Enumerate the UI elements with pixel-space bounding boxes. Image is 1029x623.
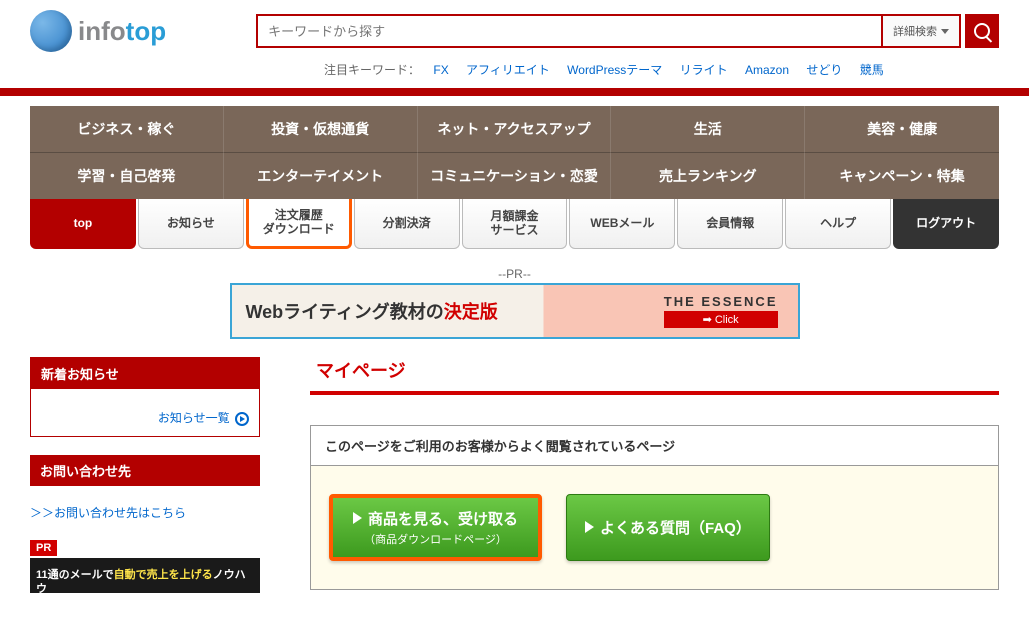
main-area: マイページ このページをご利用のお客様からよく閲覧されているページ 商品を見る、… (310, 357, 999, 593)
tab-monthly[interactable]: 月額課金サービス (462, 199, 568, 249)
btn2-label: よくある質問（FAQ） (600, 517, 751, 538)
banner-essence: THE ESSENCE (664, 294, 778, 309)
keywords-label: 注目キーワード： (324, 63, 420, 77)
search-icon (974, 23, 990, 39)
pr-badge: PR (30, 540, 57, 556)
keyword-link[interactable]: アフィリエイト (466, 63, 550, 77)
news-head: 新着お知らせ (31, 358, 259, 389)
logo-icon (30, 10, 72, 52)
tab-download[interactable]: 注文履歴ダウンロード (246, 199, 352, 249)
news-box: 新着お知らせ お知らせ一覧 (30, 357, 260, 437)
tab-download-l2: ダウンロード (263, 222, 335, 236)
banner-click: ➡ Click (664, 311, 778, 328)
contact-box: お問い合わせ先 (30, 455, 260, 486)
tab-member[interactable]: 会員情報 (677, 199, 783, 249)
news-list-link[interactable]: お知らせ一覧 (158, 411, 249, 425)
keyword-link[interactable]: WordPressテーマ (567, 63, 662, 77)
logo-text: infotop (78, 16, 166, 47)
pr-label: --PR-- (0, 267, 1029, 281)
keyword-link[interactable]: リライト (680, 63, 728, 77)
tab-news[interactable]: お知らせ (138, 199, 244, 249)
keyword-link[interactable]: 競馬 (860, 63, 884, 77)
pr-side-banner[interactable]: 11通のメールで自動で売上を上げるノウハウ (30, 558, 260, 593)
cat-invest[interactable]: 投資・仮想通貨 (224, 106, 418, 152)
cat-beauty[interactable]: 美容・健康 (805, 106, 999, 152)
triangle-icon (585, 521, 594, 533)
cat-life[interactable]: 生活 (611, 106, 805, 152)
btn1-line2: （商品ダウンロードページ） (364, 531, 507, 547)
keyword-link[interactable]: Amazon (745, 63, 789, 77)
triangle-icon (353, 512, 362, 524)
cat-entertain[interactable]: エンターテイメント (224, 152, 418, 199)
faq-button[interactable]: よくある質問（FAQ） (566, 494, 770, 561)
tab-top[interactable]: top (30, 199, 136, 249)
tab-help[interactable]: ヘルプ (785, 199, 891, 249)
popular-panel: このページをご利用のお客様からよく閲覧されているページ 商品を見る、受け取る （… (310, 425, 999, 590)
tab-webmail[interactable]: WEBメール (569, 199, 675, 249)
tab-download-l1: 注文履歴 (275, 208, 323, 222)
contact-head: お問い合わせ先 (30, 455, 260, 486)
keyword-link[interactable]: FX (433, 63, 448, 77)
contact-link[interactable]: ＞＞お問い合わせ先はこちら (30, 504, 260, 521)
tab-monthly-l1: 月額課金 (491, 209, 539, 223)
pr-banner[interactable]: Webライティング教材の決定版 THE ESSENCE ➡ Click (230, 283, 800, 339)
arrow-circle-icon (235, 412, 249, 426)
tab-logout[interactable]: ログアウト (893, 199, 999, 249)
category-nav: ビジネス・稼ぐ 投資・仮想通貨 ネット・アクセスアップ 生活 美容・健康 学習・… (30, 106, 999, 199)
cat-comm[interactable]: コミュニケーション・恋愛 (418, 152, 612, 199)
panel-head: このページをご利用のお客様からよく閲覧されているページ (311, 426, 998, 466)
banner-text: Webライティング教材の決定版 (246, 298, 498, 324)
cat-business[interactable]: ビジネス・稼ぐ (30, 106, 224, 152)
search-input[interactable] (256, 14, 883, 48)
banner-cta: THE ESSENCE ➡ Click (664, 294, 778, 328)
keyword-link[interactable]: せどり (806, 63, 842, 77)
cat-study[interactable]: 学習・自己啓発 (30, 152, 224, 199)
red-bar (0, 88, 1029, 96)
tab-split[interactable]: 分割決済 (354, 199, 460, 249)
logo[interactable]: infotop (30, 10, 166, 52)
tab-bar: top お知らせ 注文履歴ダウンロード 分割決済 月額課金サービス WEBメール… (30, 199, 999, 249)
tab-monthly-l2: サービス (491, 223, 539, 237)
page-title: マイページ (310, 357, 999, 395)
cat-ranking[interactable]: 売上ランキング (611, 152, 805, 199)
search-button[interactable] (965, 14, 999, 48)
advanced-search-dropdown[interactable]: 詳細検索 (883, 14, 961, 48)
cat-campaign[interactable]: キャンペーン・特集 (805, 152, 999, 199)
download-page-button[interactable]: 商品を見る、受け取る （商品ダウンロードページ） (329, 494, 542, 561)
btn1-line1: 商品を見る、受け取る (368, 508, 518, 529)
sidebar: 新着お知らせ お知らせ一覧 お問い合わせ先 ＞＞お問い合わせ先はこちら PR 1… (30, 357, 260, 593)
cat-net[interactable]: ネット・アクセスアップ (418, 106, 612, 152)
